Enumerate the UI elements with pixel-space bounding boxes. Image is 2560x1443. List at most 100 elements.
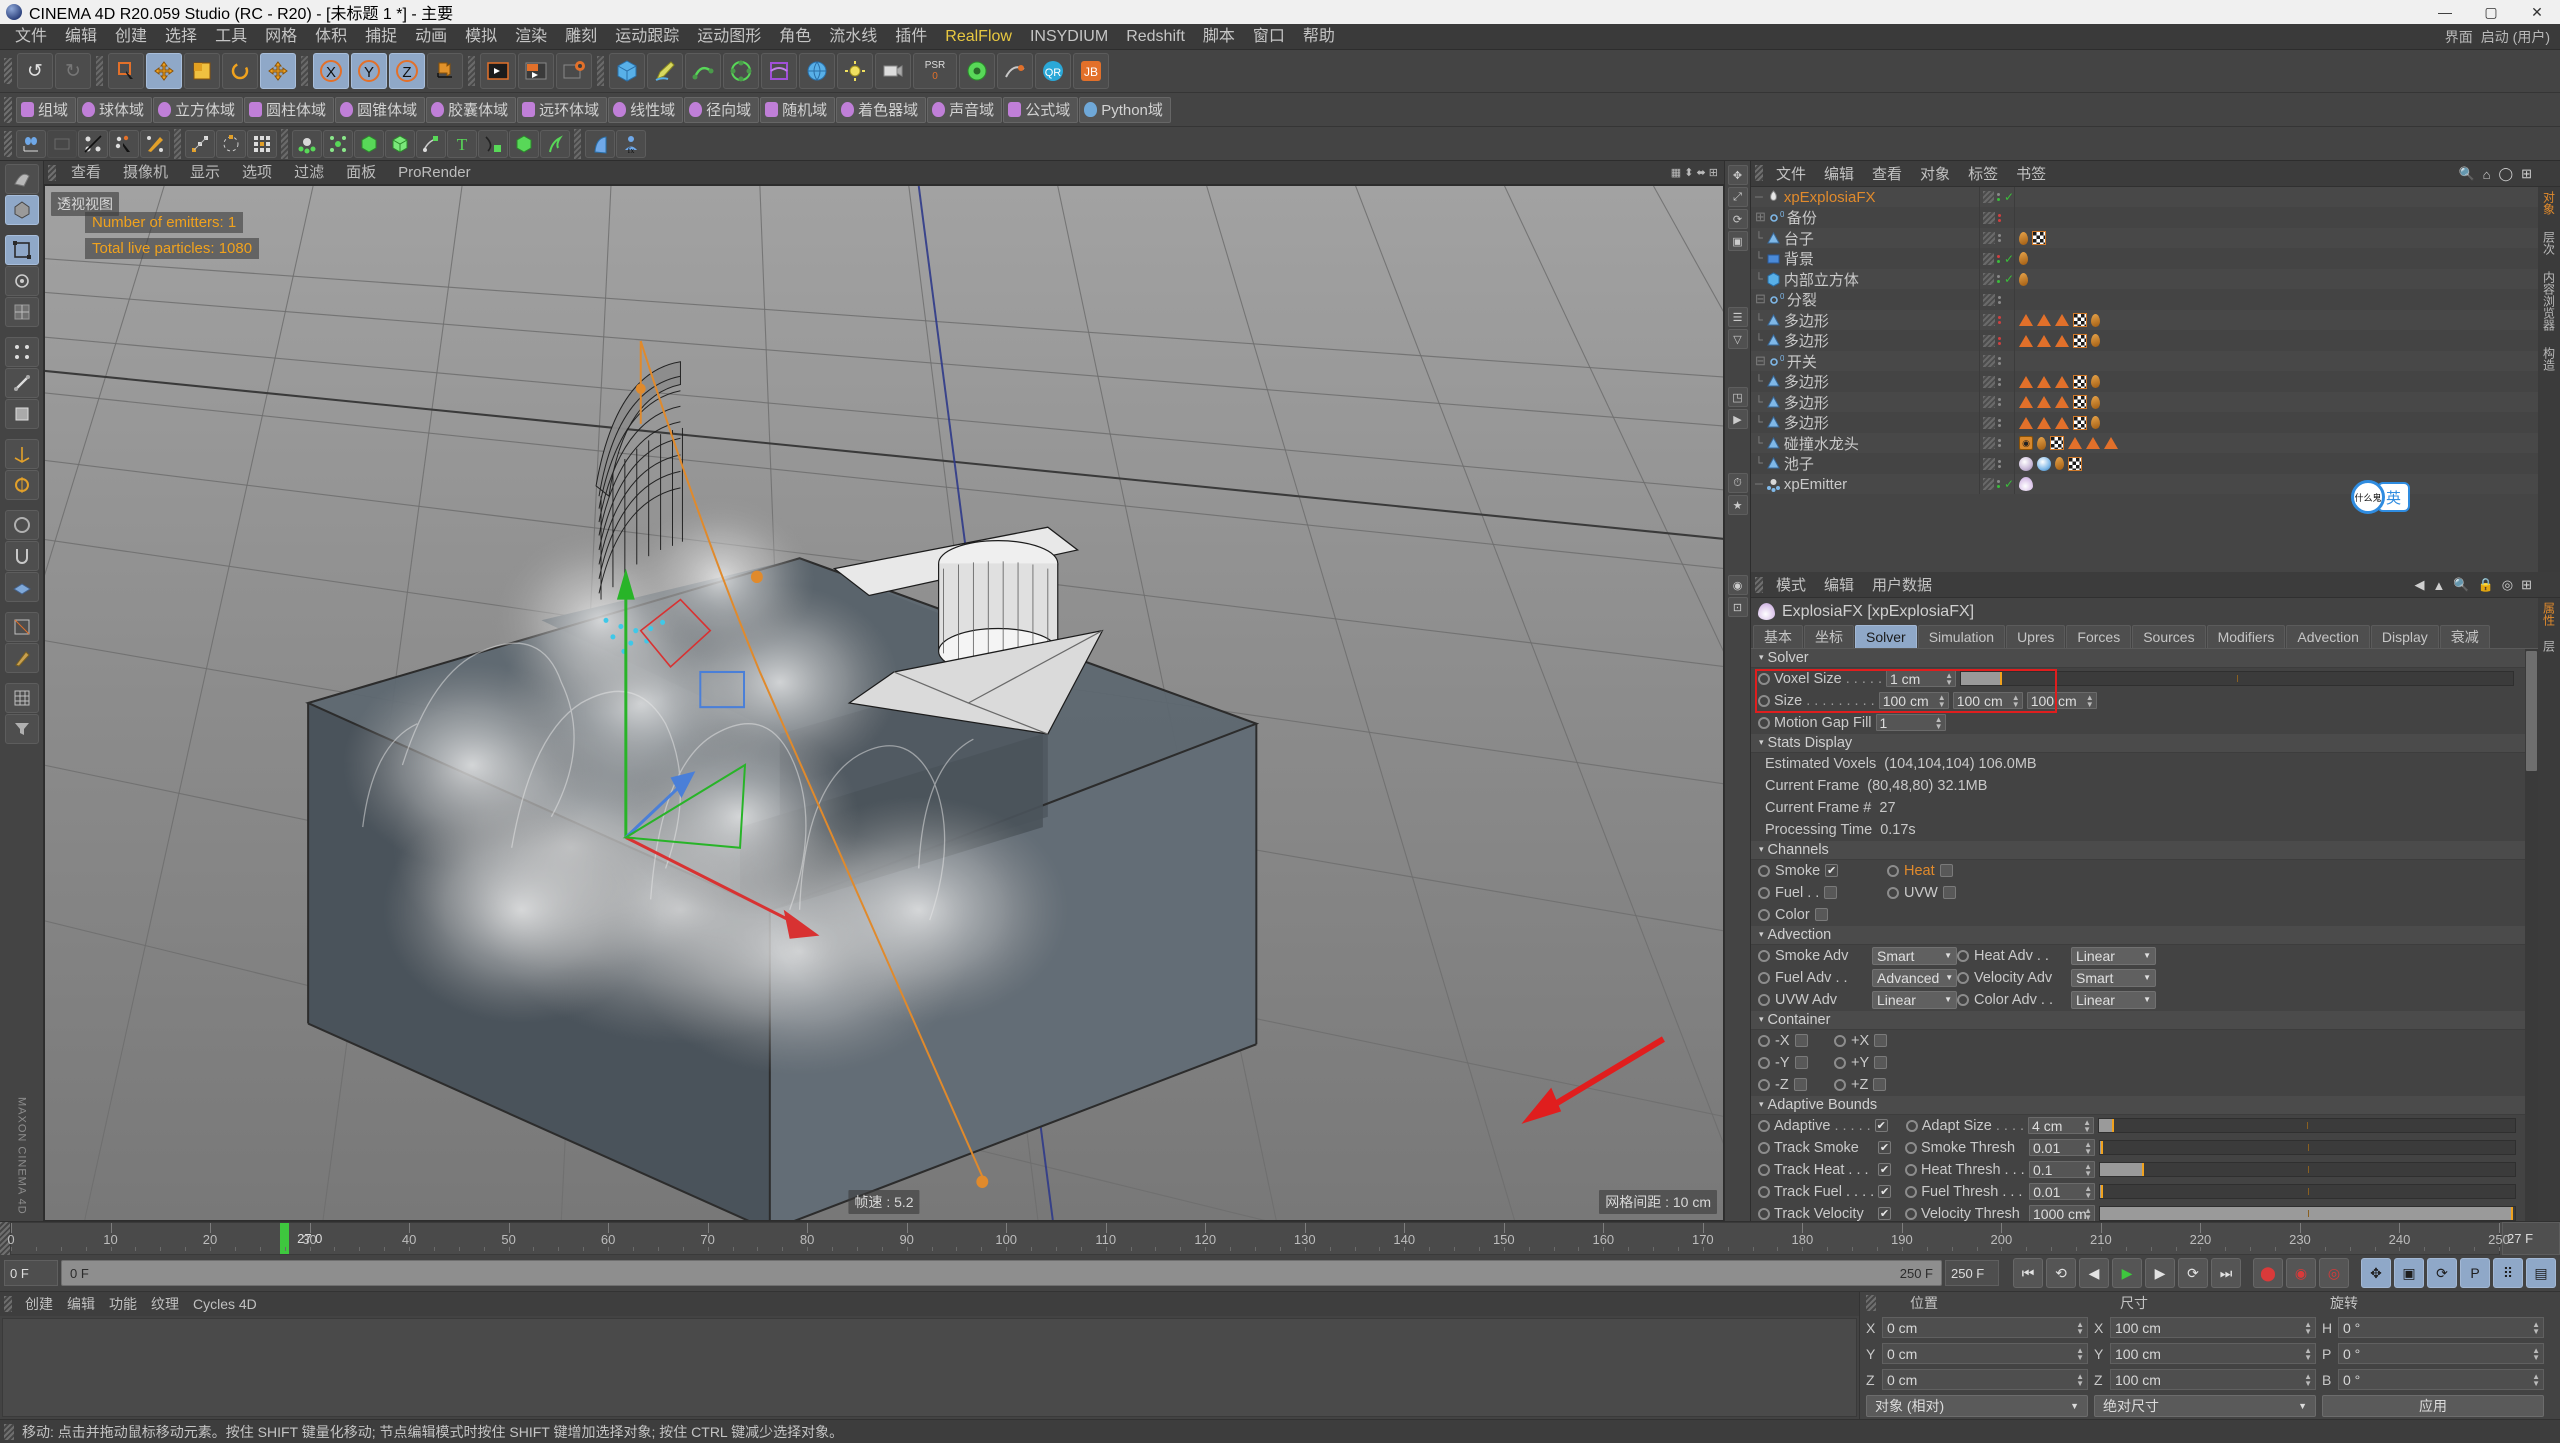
om-menu-2[interactable]: 查看 (1863, 163, 1911, 184)
material-manager-body[interactable] (2, 1318, 1857, 1417)
tag-teardrop-icon[interactable] (2055, 457, 2064, 470)
channel-checkbox[interactable]: ✔ (1825, 864, 1838, 877)
select-icon[interactable] (108, 53, 144, 89)
plus-icon[interactable]: ⊞ (2521, 577, 2532, 593)
param-bullet-icon[interactable] (1834, 1057, 1846, 1069)
window-controls[interactable]: — ▢ ✕ (2422, 0, 2560, 24)
prev-frame-button[interactable]: ◀ (2079, 1258, 2109, 1288)
spline-point-icon[interactable] (185, 130, 215, 158)
om-side-tab-0[interactable]: 对象 (2541, 191, 2558, 215)
tag-tri-icon[interactable] (2068, 437, 2082, 449)
section-stats-display[interactable]: ▾ Stats Display (1751, 734, 2538, 753)
attribute-manager[interactable]: ExplosiaFX [xpExplosiaFX] 基本坐标SolverSimu… (1751, 598, 2538, 1221)
search-icon[interactable]: 🔍 (2458, 166, 2474, 182)
object-row[interactable]: └碰撞水龙头◉ (1751, 433, 2538, 454)
coord-rotation-group[interactable]: P0 °▲▼ (2322, 1343, 2550, 1364)
object-visibility-cell[interactable] (1979, 392, 2015, 413)
viewport-maximize-icon[interactable]: ▣ (1728, 231, 1748, 251)
axis-x-button[interactable]: X (313, 53, 349, 89)
section-advection[interactable]: ▾ Advection (1751, 926, 2538, 945)
object-visibility-cell[interactable] (1979, 228, 2015, 249)
param-bullet-icon[interactable] (1905, 1142, 1917, 1154)
tag-checker-icon[interactable] (2073, 313, 2087, 327)
container-row[interactable]: -X+X (1751, 1030, 2538, 1052)
tag-checker-icon[interactable] (2073, 416, 2087, 430)
container-checkbox[interactable] (1795, 1034, 1808, 1047)
channel-checkbox[interactable] (1940, 864, 1953, 877)
menu-item-17[interactable]: RealFlow (936, 24, 1021, 50)
target-icon[interactable]: ◎ (2502, 577, 2513, 593)
om-grip[interactable] (1755, 165, 1763, 181)
deformed-editing-icon[interactable] (5, 164, 39, 194)
tag-checker-icon[interactable] (2073, 375, 2087, 389)
layer-swatch-icon[interactable] (1983, 478, 1994, 490)
close-button[interactable]: ✕ (2514, 0, 2560, 24)
spinner-icon[interactable]: ▲▼ (2532, 1321, 2540, 1335)
viewport-menubar[interactable]: 查看摄像机显示选项过滤面板ProRender ▦ ⬍ ⬌ ⊞ (44, 161, 1724, 185)
enabled-check-icon[interactable]: ✓ (2004, 477, 2014, 491)
spinner-icon[interactable]: ▲▼ (1935, 716, 1943, 730)
object-tree-cell[interactable]: ⊞0备份 (1751, 207, 1979, 228)
layer-swatch-icon[interactable] (1983, 212, 1995, 224)
am-menu-0[interactable]: 模式 (1767, 574, 1815, 595)
advection-row[interactable]: Fuel Adv . .Advanced▼Velocity AdvSmart▼ (1751, 967, 2538, 989)
object-tree-cell[interactable]: └内部立方体 (1751, 269, 1979, 290)
coordinates-buttons[interactable]: 对象 (相对) ▼ 绝对尺寸 ▼ 应用 (1860, 1393, 2560, 1419)
object-tags-cell[interactable]: ◉ (2015, 436, 2538, 450)
field-button-0[interactable]: 组域 (16, 97, 76, 123)
motion-icon[interactable] (997, 53, 1033, 89)
spinner-icon[interactable]: ▲▼ (2304, 1373, 2312, 1387)
goto-start-button[interactable]: ⏮ (2013, 1258, 2043, 1288)
minimize-button[interactable]: — (2422, 0, 2468, 24)
coord-size-group[interactable]: Y100 cm▲▼ (2094, 1343, 2322, 1364)
advection-2[interactable]: Fuel Adv . .Advanced▼ (1758, 969, 1953, 987)
layer-swatch-icon[interactable] (1983, 335, 1995, 347)
tag-eye-icon[interactable]: ◉ (2019, 436, 2033, 450)
object-tags-cell[interactable] (2015, 252, 2538, 265)
menu-item-4[interactable]: 工具 (206, 24, 256, 50)
world-coordinate-icon[interactable] (427, 53, 463, 89)
thresh-slider[interactable] (2099, 1184, 2516, 1199)
object-tags-cell[interactable] (2015, 457, 2538, 471)
coord-rotation-group[interactable]: B0 °▲▼ (2322, 1369, 2550, 1390)
object-row[interactable]: └多边形 (1751, 310, 2538, 331)
spline-pen-icon[interactable] (647, 53, 683, 89)
advection-rows[interactable]: Smoke AdvSmart▼Heat Adv . .Linear▼Fuel A… (1751, 945, 2538, 1011)
tag-tri-icon[interactable] (2055, 396, 2069, 408)
menu-item-5[interactable]: 网格 (256, 24, 306, 50)
am-header-icons[interactable]: ◀ ▲ 🔍 🔒 ◎ ⊞ (2415, 572, 2533, 598)
adapt-size-slider[interactable] (2098, 1118, 2516, 1133)
menu-item-10[interactable]: 渲染 (506, 24, 556, 50)
channel-1[interactable]: Heat (1887, 863, 2012, 879)
coord-position-input[interactable]: 0 cm▲▼ (1882, 1317, 2088, 1338)
apply-button[interactable]: 应用 (2322, 1395, 2544, 1417)
render-region-icon[interactable] (518, 53, 554, 89)
attribute-tab-4[interactable]: Upres (2006, 625, 2065, 648)
field-button-12[interactable]: 公式域 (1003, 97, 1078, 123)
coord-position-group[interactable]: Z0 cm▲▼ (1866, 1369, 2094, 1390)
spinner-icon[interactable]: ▲▼ (2532, 1347, 2540, 1361)
mograph-icon[interactable] (959, 53, 995, 89)
row-voxel-size[interactable]: Voxel Size . . . . . 1 cm ▲▼ (1751, 668, 2538, 690)
add-layer-icon[interactable]: ⊞ (2521, 166, 2532, 182)
container-4[interactable]: -Z (1758, 1077, 1830, 1093)
coordinate-row[interactable]: Y0 cm▲▼Y100 cm▲▼P0 °▲▼ (1860, 1341, 2560, 1367)
container-5[interactable]: +Z (1834, 1077, 1906, 1093)
layer-swatch-icon[interactable] (1983, 458, 1995, 470)
tag-tri-icon[interactable] (2019, 417, 2033, 429)
symmetry-icon[interactable] (47, 130, 77, 158)
slider-handle[interactable] (2101, 1141, 2103, 1154)
object-list[interactable]: ─xpExplosiaFX✓⊞0备份 └台子 └背景✓ └内部立方体✓⊟0分裂 … (1751, 187, 2538, 572)
coord-rotation-group[interactable]: H0 °▲▼ (2322, 1317, 2550, 1338)
object-row[interactable]: └台子 (1751, 228, 2538, 249)
slider-handle[interactable] (2112, 1119, 2114, 1132)
uv-tool-icon[interactable] (5, 612, 39, 642)
qr-icon[interactable]: QR (1035, 53, 1071, 89)
object-row[interactable]: └多边形 (1751, 371, 2538, 392)
main-toolbar[interactable]: ↺ ↻ X Y Z PSR 0 (0, 50, 2560, 93)
menu-item-2[interactable]: 创建 (106, 24, 156, 50)
play-button[interactable]: ▶ (2112, 1258, 2142, 1288)
visibility-dots-icon[interactable] (1998, 460, 2001, 468)
param-bullet-icon[interactable] (1758, 1120, 1770, 1132)
om-menu-4[interactable]: 标签 (1959, 163, 2007, 184)
